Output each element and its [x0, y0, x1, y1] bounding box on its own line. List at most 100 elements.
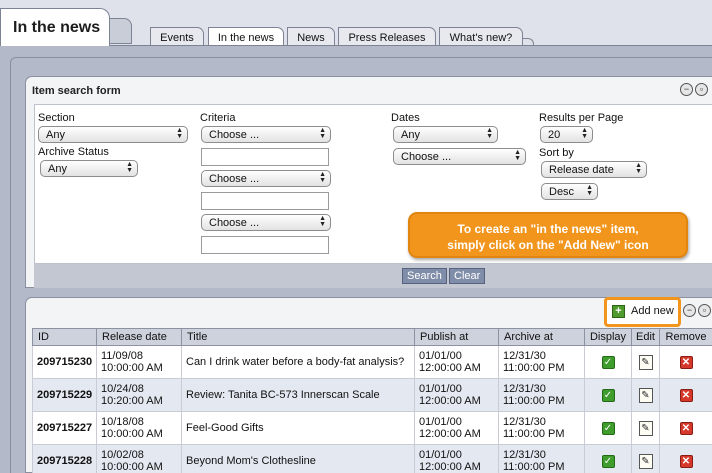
publish-date: 01/01/00: [419, 350, 462, 362]
row-publish-at: 01/01/00 12:00:00 AM: [414, 444, 499, 473]
check-icon[interactable]: ✓: [601, 454, 615, 468]
row-title[interactable]: Feel-Good Gifts: [181, 411, 415, 445]
column-header-id[interactable]: ID: [32, 328, 97, 346]
release-date: 10/24/08: [101, 383, 144, 395]
criteria-select-1[interactable]: Choose ... ▲ ▼: [201, 126, 331, 143]
sort-order-select[interactable]: Desc ▲ ▼: [541, 183, 598, 200]
archive-date: 12/31/30: [503, 449, 546, 461]
row-archive-at: 12/31/30 11:00:00 PM: [498, 345, 585, 379]
criteria-input-2[interactable]: [201, 192, 329, 210]
publish-date: 01/01/00: [419, 449, 462, 461]
results-table: ID Release date Title Publish at Archive…: [32, 328, 712, 473]
table-header-row: ID Release date Title Publish at Archive…: [32, 328, 712, 346]
row-archive-at: 12/31/30 11:00:00 PM: [498, 378, 585, 412]
row-title[interactable]: Can I drink water before a body-fat anal…: [181, 345, 415, 379]
edit-icon[interactable]: ✎: [638, 453, 653, 469]
row-remove: ✕: [659, 444, 712, 473]
x-icon[interactable]: ✕: [679, 421, 693, 435]
help-callout-line-2: simply click on the "Add New" icon: [447, 238, 649, 252]
tab-events-label: Events: [160, 32, 194, 44]
row-edit: ✎: [631, 378, 660, 412]
section-select[interactable]: Any ▲ ▼: [38, 126, 188, 143]
archive-date: 12/31/30: [503, 383, 546, 395]
tab-news[interactable]: News: [287, 27, 335, 46]
search-button[interactable]: Search: [402, 268, 447, 284]
edit-icon[interactable]: ✎: [638, 420, 653, 436]
sort-field-select[interactable]: Release date ▲ ▼: [541, 161, 647, 178]
edit-icon[interactable]: ✎: [638, 354, 653, 370]
row-display: ✓: [584, 411, 632, 445]
table-row: 209715227 10/18/08 10:00:00 AM Feel-Good …: [32, 411, 712, 445]
table-row: 209715229 10/24/08 10:20:00 AM Review: Ta…: [32, 378, 712, 412]
select-arrows-icon: ▲ ▼: [319, 127, 326, 140]
tab-in-the-news-label: In the news: [217, 32, 275, 44]
sort-field-value: Release date: [549, 164, 614, 176]
row-id: 209715227: [32, 411, 97, 445]
tab-header: In the news Events In the news News Pres…: [0, 0, 712, 46]
column-header-title[interactable]: Title: [181, 328, 415, 346]
results-per-page-select[interactable]: 20 ▲ ▼: [540, 126, 593, 143]
row-display: ✓: [584, 444, 632, 473]
column-header-edit: Edit: [631, 328, 660, 346]
row-remove: ✕: [659, 345, 712, 379]
row-title[interactable]: Beyond Mom's Clothesline: [181, 444, 415, 473]
add-new-label: Add new: [631, 305, 674, 317]
window-circle-icon[interactable]: ▫: [695, 83, 708, 96]
check-icon[interactable]: ✓: [601, 388, 615, 402]
page-title: In the news: [13, 19, 101, 36]
select-arrows-icon: ▲ ▼: [486, 127, 493, 140]
criteria-select-3[interactable]: Choose ... ▲ ▼: [201, 214, 331, 231]
archive-status-select-value: Any: [48, 163, 67, 175]
column-header-remove: Remove: [659, 328, 712, 346]
results-per-page-label: Results per Page: [539, 112, 624, 124]
row-edit: ✎: [631, 411, 660, 445]
archive-time: 11:00:00 PM: [503, 461, 565, 473]
publish-date: 01/01/00: [419, 416, 462, 428]
edit-icon[interactable]: ✎: [638, 387, 653, 403]
row-release-date: 11/09/08 10:00:00 AM: [96, 345, 182, 379]
table-row: 209715230 11/09/08 10:00:00 AM Can I drin…: [32, 345, 712, 379]
add-new-button[interactable]: + Add new: [604, 297, 681, 327]
x-icon[interactable]: ✕: [679, 355, 693, 369]
tab-in-the-news[interactable]: In the news: [208, 27, 284, 46]
release-time: 10:00:00 AM: [101, 461, 163, 473]
clear-button[interactable]: Clear: [449, 268, 486, 284]
results-per-page-value: 20: [548, 129, 561, 141]
dates-select[interactable]: Any ▲ ▼: [393, 126, 498, 143]
criteria-select-3-value: Choose ...: [209, 217, 260, 229]
minus-circle-icon[interactable]: −: [683, 304, 696, 317]
section-select-value: Any: [46, 129, 65, 141]
publish-date: 01/01/00: [419, 383, 462, 395]
row-release-date: 10/24/08 10:20:00 AM: [96, 378, 182, 412]
criteria-select-2[interactable]: Choose ... ▲ ▼: [201, 170, 331, 187]
sort-by-label: Sort by: [539, 147, 574, 159]
column-header-archive-at[interactable]: Archive at: [498, 328, 585, 346]
select-arrows-icon: ▲ ▼: [176, 127, 183, 140]
window-circle-icon[interactable]: ▫: [698, 304, 711, 317]
page-title-tab-ear: [110, 18, 132, 44]
row-id: 209715228: [32, 444, 97, 473]
date-range-select[interactable]: Choose ... ▲ ▼: [393, 148, 526, 165]
criteria-label: Criteria: [200, 112, 236, 124]
row-archive-at: 12/31/30 11:00:00 PM: [498, 444, 585, 473]
x-icon[interactable]: ✕: [679, 388, 693, 402]
minus-circle-icon[interactable]: −: [680, 83, 693, 96]
tab-events[interactable]: Events: [150, 27, 204, 46]
publish-time: 12:00:00 AM: [419, 395, 481, 407]
check-icon[interactable]: ✓: [601, 421, 615, 435]
column-header-publish-at[interactable]: Publish at: [414, 328, 499, 346]
dates-label: Dates: [391, 112, 420, 124]
check-icon[interactable]: ✓: [601, 355, 615, 369]
criteria-input-3[interactable]: [201, 236, 329, 254]
criteria-select-2-value: Choose ...: [209, 173, 260, 185]
tab-whats-new-label: What's new?: [449, 32, 513, 44]
x-icon[interactable]: ✕: [679, 454, 693, 468]
column-header-release-date[interactable]: Release date: [96, 328, 182, 346]
search-panel-controls: − ▫: [680, 83, 708, 96]
row-title[interactable]: Review: Tanita BC-573 Innerscan Scale: [181, 378, 415, 412]
archive-status-select[interactable]: Any ▲ ▼: [40, 160, 138, 177]
tab-press-releases[interactable]: Press Releases: [338, 27, 436, 46]
criteria-input-1[interactable]: [201, 148, 329, 166]
select-arrows-icon: ▲ ▼: [581, 127, 588, 140]
tab-whats-new[interactable]: What's new?: [439, 27, 523, 46]
